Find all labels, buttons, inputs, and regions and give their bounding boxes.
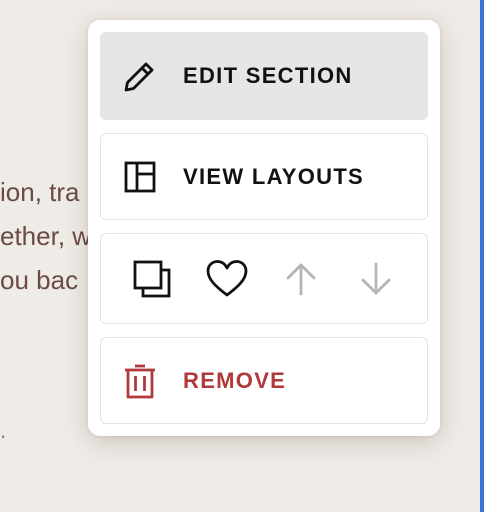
edit-section-button[interactable]: EDIT SECTION [100, 32, 428, 120]
selection-edge-indicator [480, 0, 484, 512]
section-actions-row [100, 233, 428, 324]
background-text-line: ion, tra [0, 177, 80, 207]
duplicate-icon [133, 260, 171, 297]
arrow-up-icon [286, 263, 316, 295]
heart-icon [206, 259, 248, 296]
view-layouts-button[interactable]: VIEW LAYOUTS [100, 133, 428, 220]
remove-label: REMOVE [183, 367, 287, 393]
favorite-button[interactable] [202, 254, 252, 304]
layout-icon [120, 157, 160, 197]
arrow-down-icon [361, 262, 391, 294]
trash-icon [120, 361, 160, 401]
background-text-line: ou bac [0, 265, 79, 295]
pencil-icon [120, 56, 160, 96]
background-paragraph: ion, tra ether, w ou bac [0, 170, 91, 302]
duplicate-button[interactable] [127, 254, 177, 304]
view-layouts-label: VIEW LAYOUTS [183, 163, 365, 189]
section-context-menu: EDIT SECTION VIEW LAYOUTS REMOVE [88, 20, 440, 436]
background-mark: . [0, 418, 7, 443]
move-down-button[interactable] [351, 254, 401, 304]
remove-button[interactable]: REMOVE [100, 337, 428, 424]
edit-section-label: EDIT SECTION [183, 63, 353, 88]
background-text-line: ether, w [0, 221, 92, 251]
move-up-button[interactable] [276, 254, 326, 304]
